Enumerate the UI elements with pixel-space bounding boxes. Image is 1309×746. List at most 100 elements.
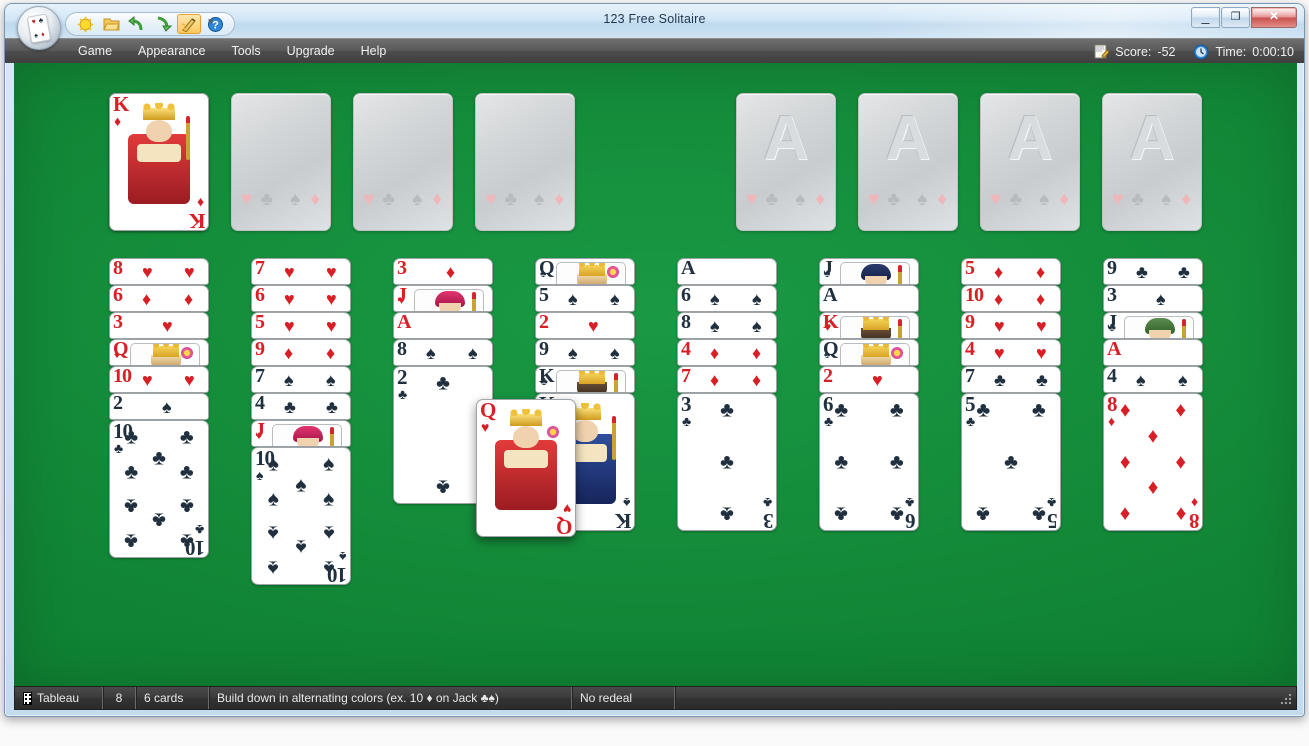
tableau-column-1-card-6[interactable]: 2 ♠ — [109, 393, 209, 420]
card-rank: A — [1107, 339, 1121, 360]
tableau-column-4-card-1[interactable]: Q ♠ — [535, 258, 635, 285]
tableau-column-7-card-4[interactable]: 4 ♥ ♥ — [961, 339, 1061, 366]
card-suit: ♦ — [256, 428, 263, 442]
game-board[interactable]: ♥♣ ♠♦K♦K♦ ♥♣ ♠♦ ♥♣ ♠♦ ♥♣ ♠♦A ♥♣ ♠♦A ♥♣ ♠… — [14, 63, 1297, 690]
tableau-column-5-card-6[interactable]: 3 ♣ 3 ♣ ♣ ♣ ♣ — [677, 393, 777, 531]
tableau-column-8-card-4[interactable]: A — [1103, 339, 1203, 366]
redo-icon[interactable] — [151, 14, 175, 34]
tableau-column-8-card-5[interactable]: 4 ♠ ♠ — [1103, 366, 1203, 393]
free-cell-4[interactable]: ♥ ♣ ♠ ♦ — [475, 93, 575, 231]
tableau-column-1-card-4[interactable]: Q ♦ — [109, 339, 209, 366]
tableau-column-2-card-6[interactable]: 4 ♣ ♣ — [251, 393, 351, 420]
toolbar-overflow-icon[interactable]: ▾ — [208, 15, 214, 28]
foundation-2[interactable]: A ♥ ♣ ♠ ♦ — [858, 93, 958, 231]
new-game-icon[interactable] — [73, 14, 97, 34]
menu-item-game[interactable]: Game — [67, 41, 123, 61]
card-rank: 7 — [965, 366, 975, 387]
card-rank: 5 — [255, 312, 265, 333]
tableau-column-8-card-2[interactable]: 3 ♠ — [1103, 285, 1203, 312]
slot-suit-marks: ♥♣ ♠♦ — [1112, 189, 1192, 210]
card-suit-mirror: ♣ — [194, 522, 204, 538]
tableau-column-3-card-3[interactable]: A — [393, 312, 493, 339]
tableau-column-5-card-4[interactable]: 4 ♦ ♦ — [677, 339, 777, 366]
tableau-column-6-card-4[interactable]: Q ♠ — [819, 339, 919, 366]
tableau-column-2-card-2[interactable]: 6 ♥ ♥ — [251, 285, 351, 312]
status-area-label: Tableau — [37, 691, 80, 705]
tableau-column-3-card-2[interactable]: J ♥ — [393, 285, 493, 312]
card-strip-pip: ♦ — [184, 289, 194, 309]
foundation-1[interactable]: A ♥ ♣ ♠ ♦ — [736, 93, 836, 231]
app-logo[interactable]: ♥ ♣ ♠ ♦ — [17, 6, 61, 50]
maximize-button[interactable]: ❐ — [1221, 7, 1250, 28]
card-suit-mirror: ♠ — [338, 549, 346, 565]
tableau-column-7-card-1[interactable]: 5 ♦ ♦ — [961, 258, 1061, 285]
tableau-column-5-card-3[interactable]: 8 ♠ ♠ — [677, 312, 777, 339]
tableau-column-8-card-1[interactable]: 9 ♣ ♣ — [1103, 258, 1203, 285]
tableau-column-2-card-3[interactable]: 5 ♥ ♥ — [251, 312, 351, 339]
tableau-column-6-card-6[interactable]: 6 ♣ 6 ♣ ♣ ♣ ♣ ♣ ♣ ♣ — [819, 393, 919, 531]
card-pips: ♠ ♠ ♠ ♠ ♠ ♠ ♠ ♠ ♠ ♠ — [267, 452, 335, 580]
tableau-column-1-card-7[interactable]: 10 ♣ 10 ♣ ♣ ♣ ♣ ♣ ♣ ♣ ♣ ♣ ♣ ♣ — [109, 420, 209, 558]
free-cell-3[interactable]: ♥ ♣ ♠ ♦ — [353, 93, 453, 231]
tableau-column-1-card-2[interactable]: 6 ♦ ♦ — [109, 285, 209, 312]
tableau-column-2-card-7[interactable]: J ♦ — [251, 420, 351, 447]
tableau-column-4-card-5[interactable]: K ♣ — [535, 366, 635, 393]
tableau-column-7-card-5[interactable]: 7 ♣ ♣ — [961, 366, 1061, 393]
dragged-card[interactable]: Q ♥ Q ♥ — [476, 399, 576, 537]
menu-item-help[interactable]: Help — [350, 41, 398, 61]
minimize-button[interactable]: _ — [1191, 7, 1220, 28]
tableau-column-2-card-1[interactable]: 7 ♥ ♥ — [251, 258, 351, 285]
card-suit: ♣ — [398, 386, 408, 402]
tableau-column-7-card-3[interactable]: 9 ♥ ♥ — [961, 312, 1061, 339]
free-cell-1-card[interactable]: K ♦ K ♦ — [109, 93, 209, 231]
tableau-column-6-card-1[interactable]: J ♠ — [819, 258, 919, 285]
menu-item-upgrade[interactable]: Upgrade — [276, 41, 346, 61]
card-suit: ♣ — [114, 440, 124, 456]
slot-suit-marks: ♥♣ ♠♦ — [990, 189, 1070, 210]
tableau-column-3-card-4[interactable]: 8 ♠ ♠ — [393, 339, 493, 366]
tableau-column-4-card-3[interactable]: 2 ♥ — [535, 312, 635, 339]
tableau-column-2-card-8[interactable]: 10 ♠ 10 ♠ ♠ ♠ ♠ ♠ ♠ ♠ ♠ ♠ ♠ ♠ — [251, 447, 351, 585]
open-game-icon[interactable] — [99, 14, 123, 34]
resize-grip[interactable] — [1280, 693, 1292, 705]
card-suit-mirror: ♣ — [1046, 495, 1056, 511]
tableau-column-5-card-5[interactable]: 7 ♦ ♦ — [677, 366, 777, 393]
tableau-column-2-card-4[interactable]: 9 ♦ ♦ — [251, 339, 351, 366]
status-count-label: 8 — [115, 691, 123, 705]
foundation-4[interactable]: A ♥ ♣ ♠ ♦ — [1102, 93, 1202, 231]
help-icon[interactable]: ? — [203, 14, 227, 34]
card-rank: 4 — [965, 339, 975, 360]
tableau-column-2-card-5[interactable]: 7 ♠ ♠ — [251, 366, 351, 393]
tableau-column-6-card-2[interactable]: A — [819, 285, 919, 312]
status-spacer — [675, 687, 1296, 709]
tableau-column-6-card-5[interactable]: 2 ♥ — [819, 366, 919, 393]
card-strip-pip: ♥ — [326, 262, 337, 282]
menu-item-tools[interactable]: Tools — [220, 41, 271, 61]
tableau-column-5-card-1[interactable]: A — [677, 258, 777, 285]
tableau-column-1-card-5[interactable]: 10 ♥ ♥ — [109, 366, 209, 393]
card-strip-pip: ♥ — [142, 262, 153, 282]
tableau-column-4-card-4[interactable]: 9 ♠ ♠ — [535, 339, 635, 366]
card-rank: 5 — [539, 285, 549, 306]
foundation-3[interactable]: A ♥ ♣ ♠ ♦ — [980, 93, 1080, 231]
tableau-column-6-card-3[interactable]: K ♥ — [819, 312, 919, 339]
card-strip-pip: ♣ — [1178, 262, 1190, 282]
tableau-column-4-card-2[interactable]: 5 ♠ ♠ — [535, 285, 635, 312]
tableau-column-7-card-6[interactable]: 5 ♣ 5 ♣ ♣ ♣ ♣ ♣ ♣ — [961, 393, 1061, 531]
card-rank: 9 — [1107, 258, 1117, 279]
tableau-column-5-card-2[interactable]: 6 ♠ ♠ — [677, 285, 777, 312]
card-strip-pip: ♥ — [284, 289, 295, 309]
tableau-column-8-card-6[interactable]: 8 ♦ 8 ♦ ♦ ♦ ♦ ♦ ♦ ♦ ♦ ♦ — [1103, 393, 1203, 531]
tableau-column-1-card-1[interactable]: 8 ♥ ♥ — [109, 258, 209, 285]
tableau-column-3-card-1[interactable]: 3 ♦ — [393, 258, 493, 285]
free-cell-2[interactable]: ♥ ♣ ♠ ♦ — [231, 93, 331, 231]
undo-icon[interactable] — [125, 14, 149, 34]
menu-item-appearance[interactable]: Appearance — [127, 41, 216, 61]
auto-play-icon[interactable] — [177, 14, 201, 34]
tableau-column-1-card-3[interactable]: 3 ♥ — [109, 312, 209, 339]
status-redeal-label: No redeal — [580, 691, 633, 705]
tableau-column-7-card-2[interactable]: 10 ♦ ♦ — [961, 285, 1061, 312]
close-button[interactable]: ✕ — [1251, 7, 1297, 28]
app-window: 123 Free Solitaire _ ❐ ✕ ♥ ♣ ♠ ♦ ? ▾ Gam… — [4, 3, 1305, 717]
tableau-column-8-card-3[interactable]: J ♣ — [1103, 312, 1203, 339]
